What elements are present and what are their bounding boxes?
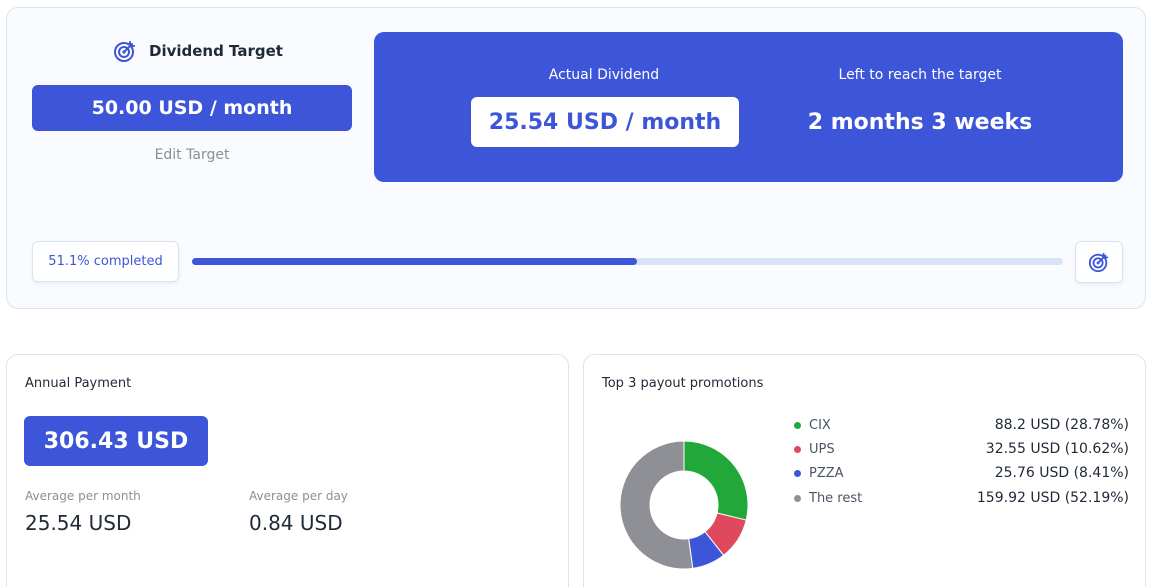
legend-item: PZZA 25.76 USD (8.41%)	[794, 463, 1129, 483]
top-payouts-title: Top 3 payout promotions	[602, 376, 764, 391]
avg-day-value: 0.84 USD	[249, 511, 343, 535]
payout-donut-chart	[620, 441, 748, 569]
annual-payment-amount: 306.43 USD	[24, 416, 208, 466]
legend-item: CIX 88.2 USD (28.78%)	[794, 415, 1129, 435]
legend-value: 32.55 USD (10.62%)	[985, 441, 1129, 457]
avg-month-label: Average per month	[25, 489, 141, 503]
legend-dot	[794, 445, 801, 453]
avg-month-value: 25.54 USD	[25, 511, 132, 535]
donut-slice-cix[interactable]	[683, 441, 748, 521]
left-to-target-value: 2 months 3 weeks	[807, 109, 1033, 135]
legend-name: UPS	[809, 441, 835, 457]
edit-target-link[interactable]: Edit Target	[32, 147, 352, 163]
progress-fill	[192, 258, 638, 265]
legend-item: The rest 159.92 USD (52.19%)	[794, 488, 1129, 508]
annual-payment-title: Annual Payment	[25, 376, 132, 391]
donut-slice-the-rest[interactable]	[620, 441, 694, 569]
dividend-summary-panel: Actual Dividend 25.54 USD / month Left t…	[374, 32, 1123, 182]
legend-name: The rest	[809, 490, 863, 506]
legend-dot	[794, 421, 801, 429]
left-to-target-label: Left to reach the target	[838, 67, 1002, 83]
progress-bar	[192, 258, 1063, 265]
target-amount: 50.00 USD / month	[32, 85, 352, 131]
target-title: Dividend Target	[149, 42, 283, 60]
legend-dot	[794, 494, 801, 502]
progress-badge: 51.1% completed	[32, 241, 179, 282]
legend-name: PZZA	[809, 465, 844, 481]
target-header: Dividend Target	[113, 39, 283, 63]
legend-dot	[794, 469, 801, 477]
legend-value: 159.92 USD (52.19%)	[976, 490, 1129, 506]
target-button[interactable]	[1075, 241, 1123, 283]
dividend-target-card: Dividend Target 50.00 USD / month Edit T…	[6, 7, 1146, 309]
target-icon	[114, 41, 135, 62]
annual-payment-card: Annual Payment 306.43 USD Average per mo…	[6, 354, 569, 587]
target-icon	[1088, 252, 1109, 273]
legend-value: 25.76 USD (8.41%)	[994, 465, 1129, 481]
legend-value: 88.2 USD (28.78%)	[994, 417, 1129, 433]
actual-dividend-label: Actual Dividend	[548, 67, 660, 83]
avg-day-label: Average per day	[249, 489, 348, 503]
actual-dividend-value: 25.54 USD / month	[471, 97, 739, 147]
top-payouts-card: Top 3 payout promotions CIX 88.2 USD (28.…	[583, 354, 1146, 587]
legend-item: UPS 32.55 USD (10.62%)	[794, 439, 1129, 459]
legend-name: CIX	[809, 417, 831, 433]
